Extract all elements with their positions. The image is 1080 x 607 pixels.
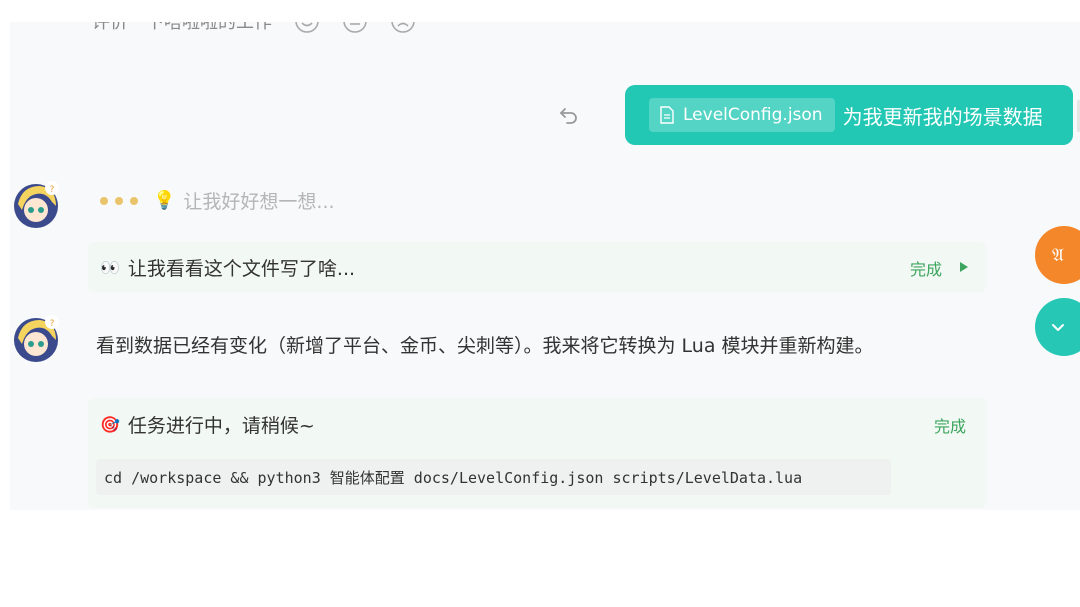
task-status: 完成 [934,417,967,436]
neutral-face-icon[interactable] [342,22,368,34]
thinking-text: 让我好好想一想... [183,191,335,213]
step-card-read-file[interactable]: 👀 让我看看这个文件写了啥... 完成 [88,242,986,292]
svg-text:?: ? [50,319,55,329]
bug-report-label: 𝔄 [1052,244,1064,266]
assistant-avatar: ? [14,315,59,362]
typing-dot [130,196,138,205]
eyes-icon: 👀 [100,258,120,277]
thinking-indicator: 💡 让我好好想一想... [100,187,335,214]
user-message-text: 为我更新我的场景数据 [842,104,1043,129]
attached-file-chip[interactable]: LevelConfig.json [649,98,835,132]
attached-file-name: LevelConfig.json [683,105,823,125]
step-title: 让我看看这个文件写了啥... [127,258,356,280]
command-code-block[interactable]: cd /workspace && python3 智能体配置 docs/Leve… [96,459,891,495]
undo-icon[interactable] [558,104,580,126]
assistant-reply-text: 看到数据已经有变化（新增了平台、金币、尖刺等）。我来将它转换为 Lua 模块并重… [96,335,874,357]
feedback-prompt: 评价一下嗒啦啦的工作 [92,22,272,33]
task-card: 🎯 任务进行中，请稍候~ 完成 cd /workspace && python3… [88,398,986,508]
lightbulb-icon: 💡 [153,190,176,211]
typing-dot [100,196,108,205]
user-message-bubble: LevelConfig.json 为我更新我的场景数据 [625,85,1073,145]
target-icon: 🎯 [100,415,120,434]
task-title: 任务进行中，请稍候~ [127,415,315,437]
file-icon [660,106,674,124]
chevron-down-icon [1052,324,1064,331]
assistant-avatar: ? [14,181,59,228]
sad-face-icon[interactable] [390,22,416,34]
typing-dot [115,196,123,205]
feedback-row: 评价一下嗒啦啦的工作 [92,22,438,34]
smile-face-icon[interactable] [294,22,320,34]
chat-area: 评价一下嗒啦啦的工作 LevelConfig.json 为我更新我的场景数据 ?… [10,22,1080,510]
step-status: 完成 [910,260,943,279]
svg-text:?: ? [50,185,55,195]
expand-arrow-icon[interactable] [959,261,969,273]
